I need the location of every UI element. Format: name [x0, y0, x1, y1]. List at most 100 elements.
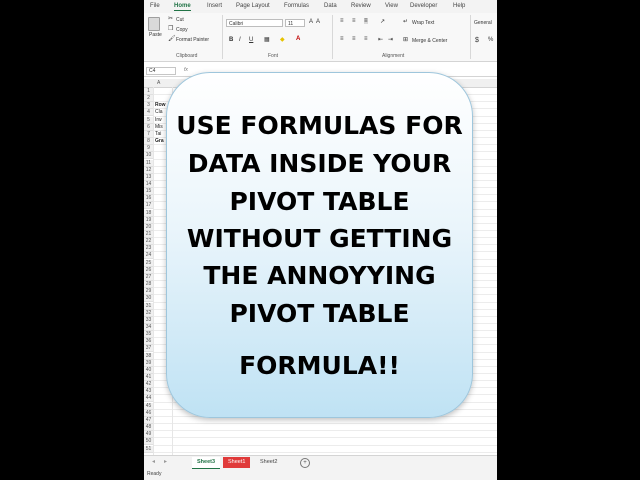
row-header[interactable]: 41 — [144, 374, 153, 381]
row-header[interactable]: 43 — [144, 388, 153, 396]
align-center-icon[interactable]: ≡ — [352, 36, 356, 42]
row-header[interactable]: 48 — [144, 424, 153, 432]
row-header[interactable]: 42 — [144, 381, 153, 389]
row-header[interactable]: 23 — [144, 245, 153, 253]
row-header[interactable]: 26 — [144, 266, 153, 274]
column-a-header[interactable]: A — [157, 80, 160, 86]
underline-button[interactable]: U — [249, 37, 253, 43]
row-header[interactable]: 11 — [144, 159, 153, 167]
shrink-font-icon[interactable]: A — [316, 19, 320, 25]
bold-button[interactable]: B — [229, 37, 233, 43]
cell-a6[interactable]: Mis — [155, 124, 163, 131]
row-header[interactable]: 8 — [144, 138, 153, 146]
borders-icon[interactable]: ▦ — [264, 36, 270, 43]
paste-icon[interactable] — [148, 17, 160, 31]
increase-indent-icon[interactable]: ⇥ — [388, 36, 393, 43]
merge-center-button[interactable]: Merge & Center — [412, 38, 447, 44]
cut-button[interactable]: Cut — [176, 17, 184, 23]
cell-a8[interactable]: Gra — [155, 138, 164, 145]
align-bottom-icon[interactable]: ≡ — [364, 18, 368, 24]
align-middle-icon[interactable]: ≡ — [352, 18, 356, 24]
currency-button[interactable]: $ — [475, 37, 479, 44]
tab-view[interactable]: View — [385, 3, 398, 9]
align-right-icon[interactable]: ≡ — [364, 36, 368, 42]
row-header[interactable]: 39 — [144, 359, 153, 367]
tab-formulas[interactable]: Formulas — [284, 3, 309, 9]
cell-a3[interactable]: Row — [155, 102, 166, 109]
copy-button[interactable]: Copy — [176, 27, 188, 33]
row-header[interactable]: 29 — [144, 288, 153, 296]
row-header[interactable]: 5 — [144, 116, 153, 124]
cell-a5[interactable]: Irw — [155, 117, 162, 124]
row-header[interactable]: 36 — [144, 338, 153, 346]
row-header[interactable]: 7 — [144, 130, 153, 138]
row-header[interactable]: 12 — [144, 166, 153, 174]
align-top-icon[interactable]: ≡ — [340, 18, 344, 24]
paste-label[interactable]: Paste — [149, 32, 162, 38]
row-header[interactable]: 31 — [144, 302, 153, 310]
align-left-icon[interactable]: ≡ — [340, 36, 344, 42]
row-header[interactable]: 49 — [144, 431, 153, 439]
row-header[interactable]: 1 — [144, 88, 153, 95]
row-header[interactable]: 33 — [144, 316, 153, 324]
row-header[interactable]: 21 — [144, 231, 153, 238]
row-header[interactable]: 4 — [144, 109, 153, 117]
font-size-select[interactable]: 11 — [285, 19, 305, 27]
row-header[interactable]: 38 — [144, 352, 153, 360]
row-header[interactable]: 14 — [144, 180, 153, 188]
row-header[interactable]: 46 — [144, 409, 153, 417]
row-header[interactable]: 9 — [144, 145, 153, 153]
row-header[interactable]: 37 — [144, 345, 153, 353]
row-header[interactable]: 30 — [144, 295, 153, 303]
row-header[interactable]: 6 — [144, 123, 153, 131]
row-header[interactable]: 44 — [144, 395, 153, 403]
row-header[interactable]: 17 — [144, 202, 153, 210]
row-header[interactable]: 3 — [144, 102, 153, 110]
tab-help[interactable]: Help — [453, 3, 465, 9]
decrease-indent-icon[interactable]: ⇤ — [378, 36, 383, 43]
percent-icon[interactable]: % — [488, 37, 493, 43]
row-header[interactable]: 13 — [144, 173, 153, 181]
row-header[interactable]: 24 — [144, 252, 153, 260]
fx-icon[interactable]: fx — [184, 67, 188, 73]
fill-color-icon[interactable]: ◆ — [280, 36, 285, 43]
name-box[interactable]: C4 — [146, 67, 176, 75]
font-name-select[interactable]: Calibri — [226, 19, 283, 27]
font-color-icon[interactable]: A — [296, 36, 300, 42]
scroll-left-icon[interactable]: ◂ — [152, 458, 155, 465]
row-header[interactable]: 16 — [144, 195, 153, 203]
scroll-right-icon[interactable]: ▸ — [164, 458, 167, 465]
sheet-tab-sheet3[interactable]: Sheet3 — [192, 457, 221, 469]
grow-font-icon[interactable]: A — [309, 19, 313, 25]
row-header[interactable]: 22 — [144, 238, 153, 246]
row-header[interactable]: 47 — [144, 416, 153, 424]
row-header[interactable]: 28 — [144, 281, 153, 289]
sheet-tab-sheet2[interactable]: Sheet2 — [255, 457, 282, 468]
tab-page-layout[interactable]: Page Layout — [236, 3, 270, 9]
row-header[interactable]: 50 — [144, 438, 153, 446]
wrap-text-button[interactable]: Wrap Text — [412, 20, 434, 26]
format-painter-button[interactable]: Format Painter — [176, 37, 209, 43]
row-header[interactable]: 51 — [144, 445, 153, 453]
row-header[interactable]: 35 — [144, 331, 153, 339]
number-format-select[interactable]: General — [474, 20, 492, 26]
tab-file[interactable]: File — [150, 3, 160, 9]
tab-developer[interactable]: Developer — [410, 3, 437, 9]
orientation-icon[interactable]: ↗ — [380, 18, 385, 25]
cell-a4[interactable]: Cla — [155, 109, 163, 116]
row-header[interactable]: 20 — [144, 223, 153, 231]
row-header[interactable]: 34 — [144, 323, 153, 331]
row-header[interactable]: 40 — [144, 366, 153, 374]
row-header[interactable]: 18 — [144, 209, 153, 217]
tab-insert[interactable]: Insert — [207, 3, 222, 9]
row-header[interactable]: 32 — [144, 309, 153, 317]
cell-a7[interactable]: Tai — [155, 131, 161, 138]
tab-data[interactable]: Data — [324, 3, 337, 9]
row-header[interactable]: 45 — [144, 402, 153, 410]
row-header[interactable]: 2 — [144, 95, 153, 103]
add-sheet-button[interactable]: + — [300, 458, 310, 468]
tab-review[interactable]: Review — [351, 3, 371, 9]
sheet-tab-sheet1[interactable]: Sheet1 — [223, 457, 251, 468]
row-header[interactable]: 25 — [144, 259, 153, 267]
row-header[interactable]: 27 — [144, 273, 153, 281]
